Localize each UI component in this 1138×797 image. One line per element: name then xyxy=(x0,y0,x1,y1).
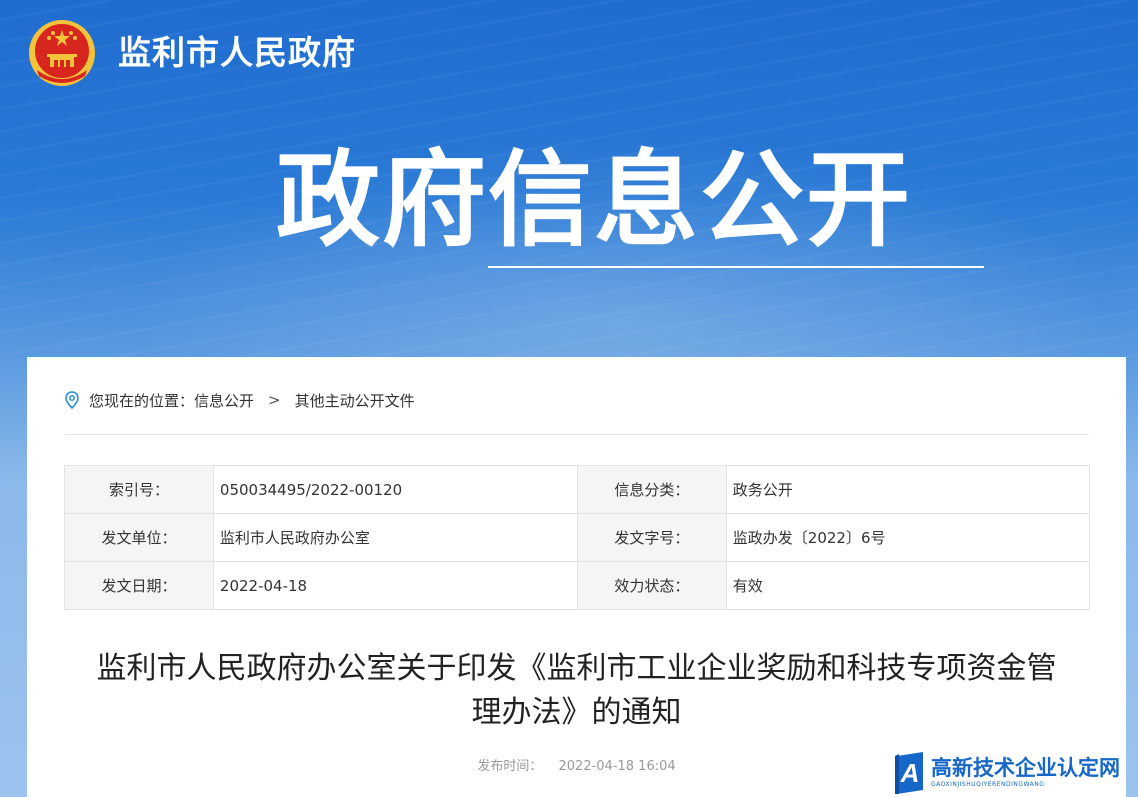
document-number-label: 发文字号： xyxy=(576,513,727,562)
document-number-value: 监政办发〔2022〕6号 xyxy=(725,513,1091,562)
breadcrumb-separator: > xyxy=(268,391,281,409)
svg-text:A: A xyxy=(900,758,920,788)
site-title[interactable]: 监利市人民政府 xyxy=(118,30,356,76)
breadcrumb-item-info-public[interactable]: 信息公开 xyxy=(194,390,254,411)
publish-time-label: 发布时间： xyxy=(477,759,543,774)
a-logo-icon: A xyxy=(895,752,923,794)
index-number-label: 索引号： xyxy=(64,465,214,514)
breadcrumb: 您现在的位置： 信息公开 > 其他主动公开文件 xyxy=(65,389,415,411)
location-pin-icon xyxy=(65,391,79,409)
hero-underline xyxy=(488,266,984,268)
watermark-title: 高新技术企业认定网 xyxy=(931,756,1120,780)
index-number-value: 050034495/2022-00120 xyxy=(212,465,578,514)
document-title-line-2: 理办法》的通知 xyxy=(471,695,682,730)
issue-date-value: 2022-04-18 xyxy=(212,561,578,610)
table-row: 发文单位： 监利市人民政府办公室 发文字号： 监政办发〔2022〕6号 xyxy=(64,513,1091,562)
hero-title: 政府信息公开 xyxy=(276,139,913,261)
table-row: 发文日期： 2022-04-18 效力状态： 有效 xyxy=(64,561,1091,610)
content-panel: 您现在的位置： 信息公开 > 其他主动公开文件 索引号： 050034495/2… xyxy=(27,357,1126,797)
watermark: A 高新技术企业认定网 GAOXINJISHUQIYERENDINGWANG xyxy=(893,747,1138,797)
table-row: 索引号： 050034495/2022-00120 信息分类： 政务公开 xyxy=(64,465,1091,514)
breadcrumb-divider xyxy=(65,434,1089,435)
issuing-unit-label: 发文单位： xyxy=(64,513,214,562)
document-title-line-1: 监利市人民政府办公室关于印发《监利市工业企业奖励和科技专项资金管 xyxy=(96,651,1057,686)
breadcrumb-prefix: 您现在的位置： xyxy=(89,391,195,410)
issue-date-label: 发文日期： xyxy=(64,561,214,610)
validity-status-value: 有效 xyxy=(725,561,1091,610)
watermark-subtitle: GAOXINJISHUQIYERENDINGWANG xyxy=(931,781,1045,788)
info-category-label: 信息分类： xyxy=(576,465,727,514)
issuing-unit-value: 监利市人民政府办公室 xyxy=(212,513,578,562)
info-category-value: 政务公开 xyxy=(725,465,1091,514)
breadcrumb-item-other-files[interactable]: 其他主动公开文件 xyxy=(295,390,415,411)
national-emblem-icon[interactable] xyxy=(27,18,97,88)
publish-time-value: 2022-04-18 16:04 xyxy=(558,759,676,774)
document-title: 监利市人民政府办公室关于印发《监利市工业企业奖励和科技专项资金管 理办法》的通知 xyxy=(57,647,1096,735)
validity-status-label: 效力状态： xyxy=(576,561,727,610)
document-meta-table: 索引号： 050034495/2022-00120 信息分类： 政务公开 发文单… xyxy=(64,465,1091,610)
